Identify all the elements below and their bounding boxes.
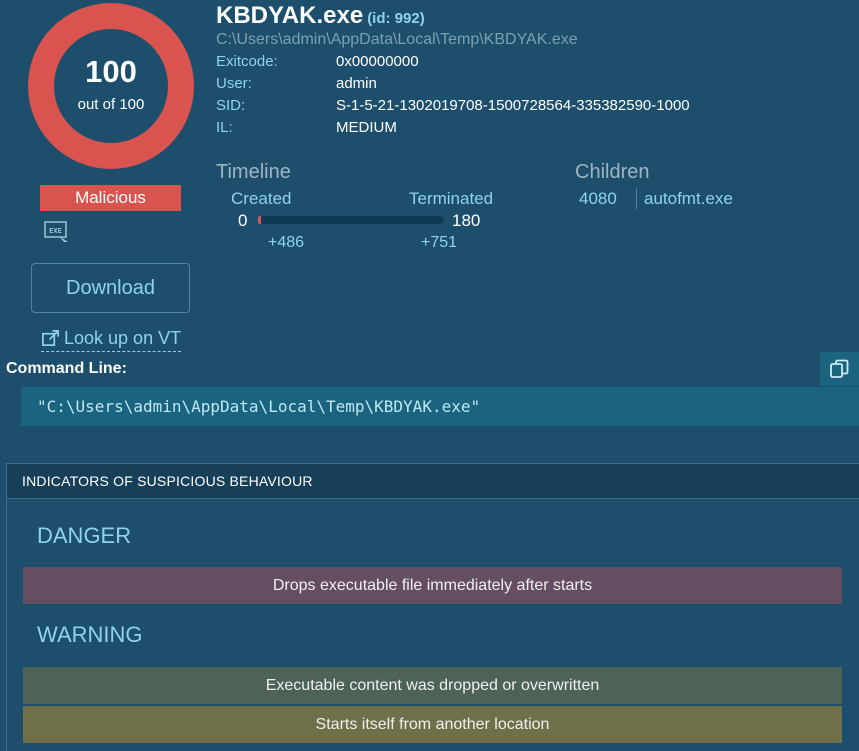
child-pid[interactable]: 4080 <box>579 189 617 209</box>
timeline-bar-marker <box>258 216 261 224</box>
il-value: MEDIUM <box>336 119 397 136</box>
timeline-created-offset: +486 <box>268 234 305 251</box>
user-label: User: <box>216 75 252 92</box>
download-button[interactable]: Download <box>31 263 190 313</box>
children-title: Children <box>575 161 650 183</box>
exitcode-label: Exitcode: <box>216 53 278 70</box>
sid-label: SID: <box>216 97 246 114</box>
warning-indicator-row[interactable]: Starts itself from another location <box>23 706 842 743</box>
warning-indicator-row[interactable]: Executable content was dropped or overwr… <box>23 667 842 704</box>
child-separator <box>636 188 637 209</box>
command-line-value[interactable]: "C:\Users\admin\AppData\Local\Temp\KBDYA… <box>21 387 859 426</box>
copy-icon <box>829 359 848 378</box>
danger-title: DANGER <box>37 523 132 548</box>
lookup-vt-label: Look up on VT <box>64 328 182 348</box>
score-value: 100 <box>85 54 137 89</box>
exe-file-icon: EXE <box>44 221 70 243</box>
user-value: admin <box>336 75 377 92</box>
warning-title: WARNING <box>37 622 143 647</box>
timeline-title: Timeline <box>216 161 291 183</box>
sid-value: S-1-5-21-1302019708-1500728564-335382590… <box>336 97 690 114</box>
process-path: C:\Users\admin\AppData\Local\Temp\KBDYAK… <box>216 31 578 48</box>
command-line-label: Command Line: <box>6 360 127 377</box>
indicators-header: INDICATORS OF SUSPICIOUS BEHAVIOUR <box>7 464 859 499</box>
timeline-start: 0 <box>238 211 248 230</box>
timeline-end: 180 <box>452 211 481 230</box>
svg-text:EXE: EXE <box>49 227 62 235</box>
child-process-name[interactable]: autofmt.exe <box>644 189 733 209</box>
danger-indicator-row[interactable]: Drops executable file immediately after … <box>23 567 842 604</box>
timeline-terminated-label: Terminated <box>409 189 494 208</box>
verdict-badge: Malicious <box>40 185 181 211</box>
process-name: KBDYAK.exe (id: 992) <box>216 2 425 29</box>
process-id: (id: 992) <box>367 10 425 27</box>
timeline-terminated-offset: +751 <box>421 234 458 251</box>
exitcode-value: 0x00000000 <box>336 53 419 70</box>
il-label: IL: <box>216 119 233 136</box>
timeline-bar <box>258 216 444 224</box>
score-out-of: out of 100 <box>77 96 145 113</box>
timeline-created-label: Created <box>231 189 292 208</box>
copy-button[interactable] <box>820 352 859 386</box>
external-link-icon <box>42 330 59 347</box>
lookup-vt-link[interactable]: Look up on VT <box>41 328 182 352</box>
